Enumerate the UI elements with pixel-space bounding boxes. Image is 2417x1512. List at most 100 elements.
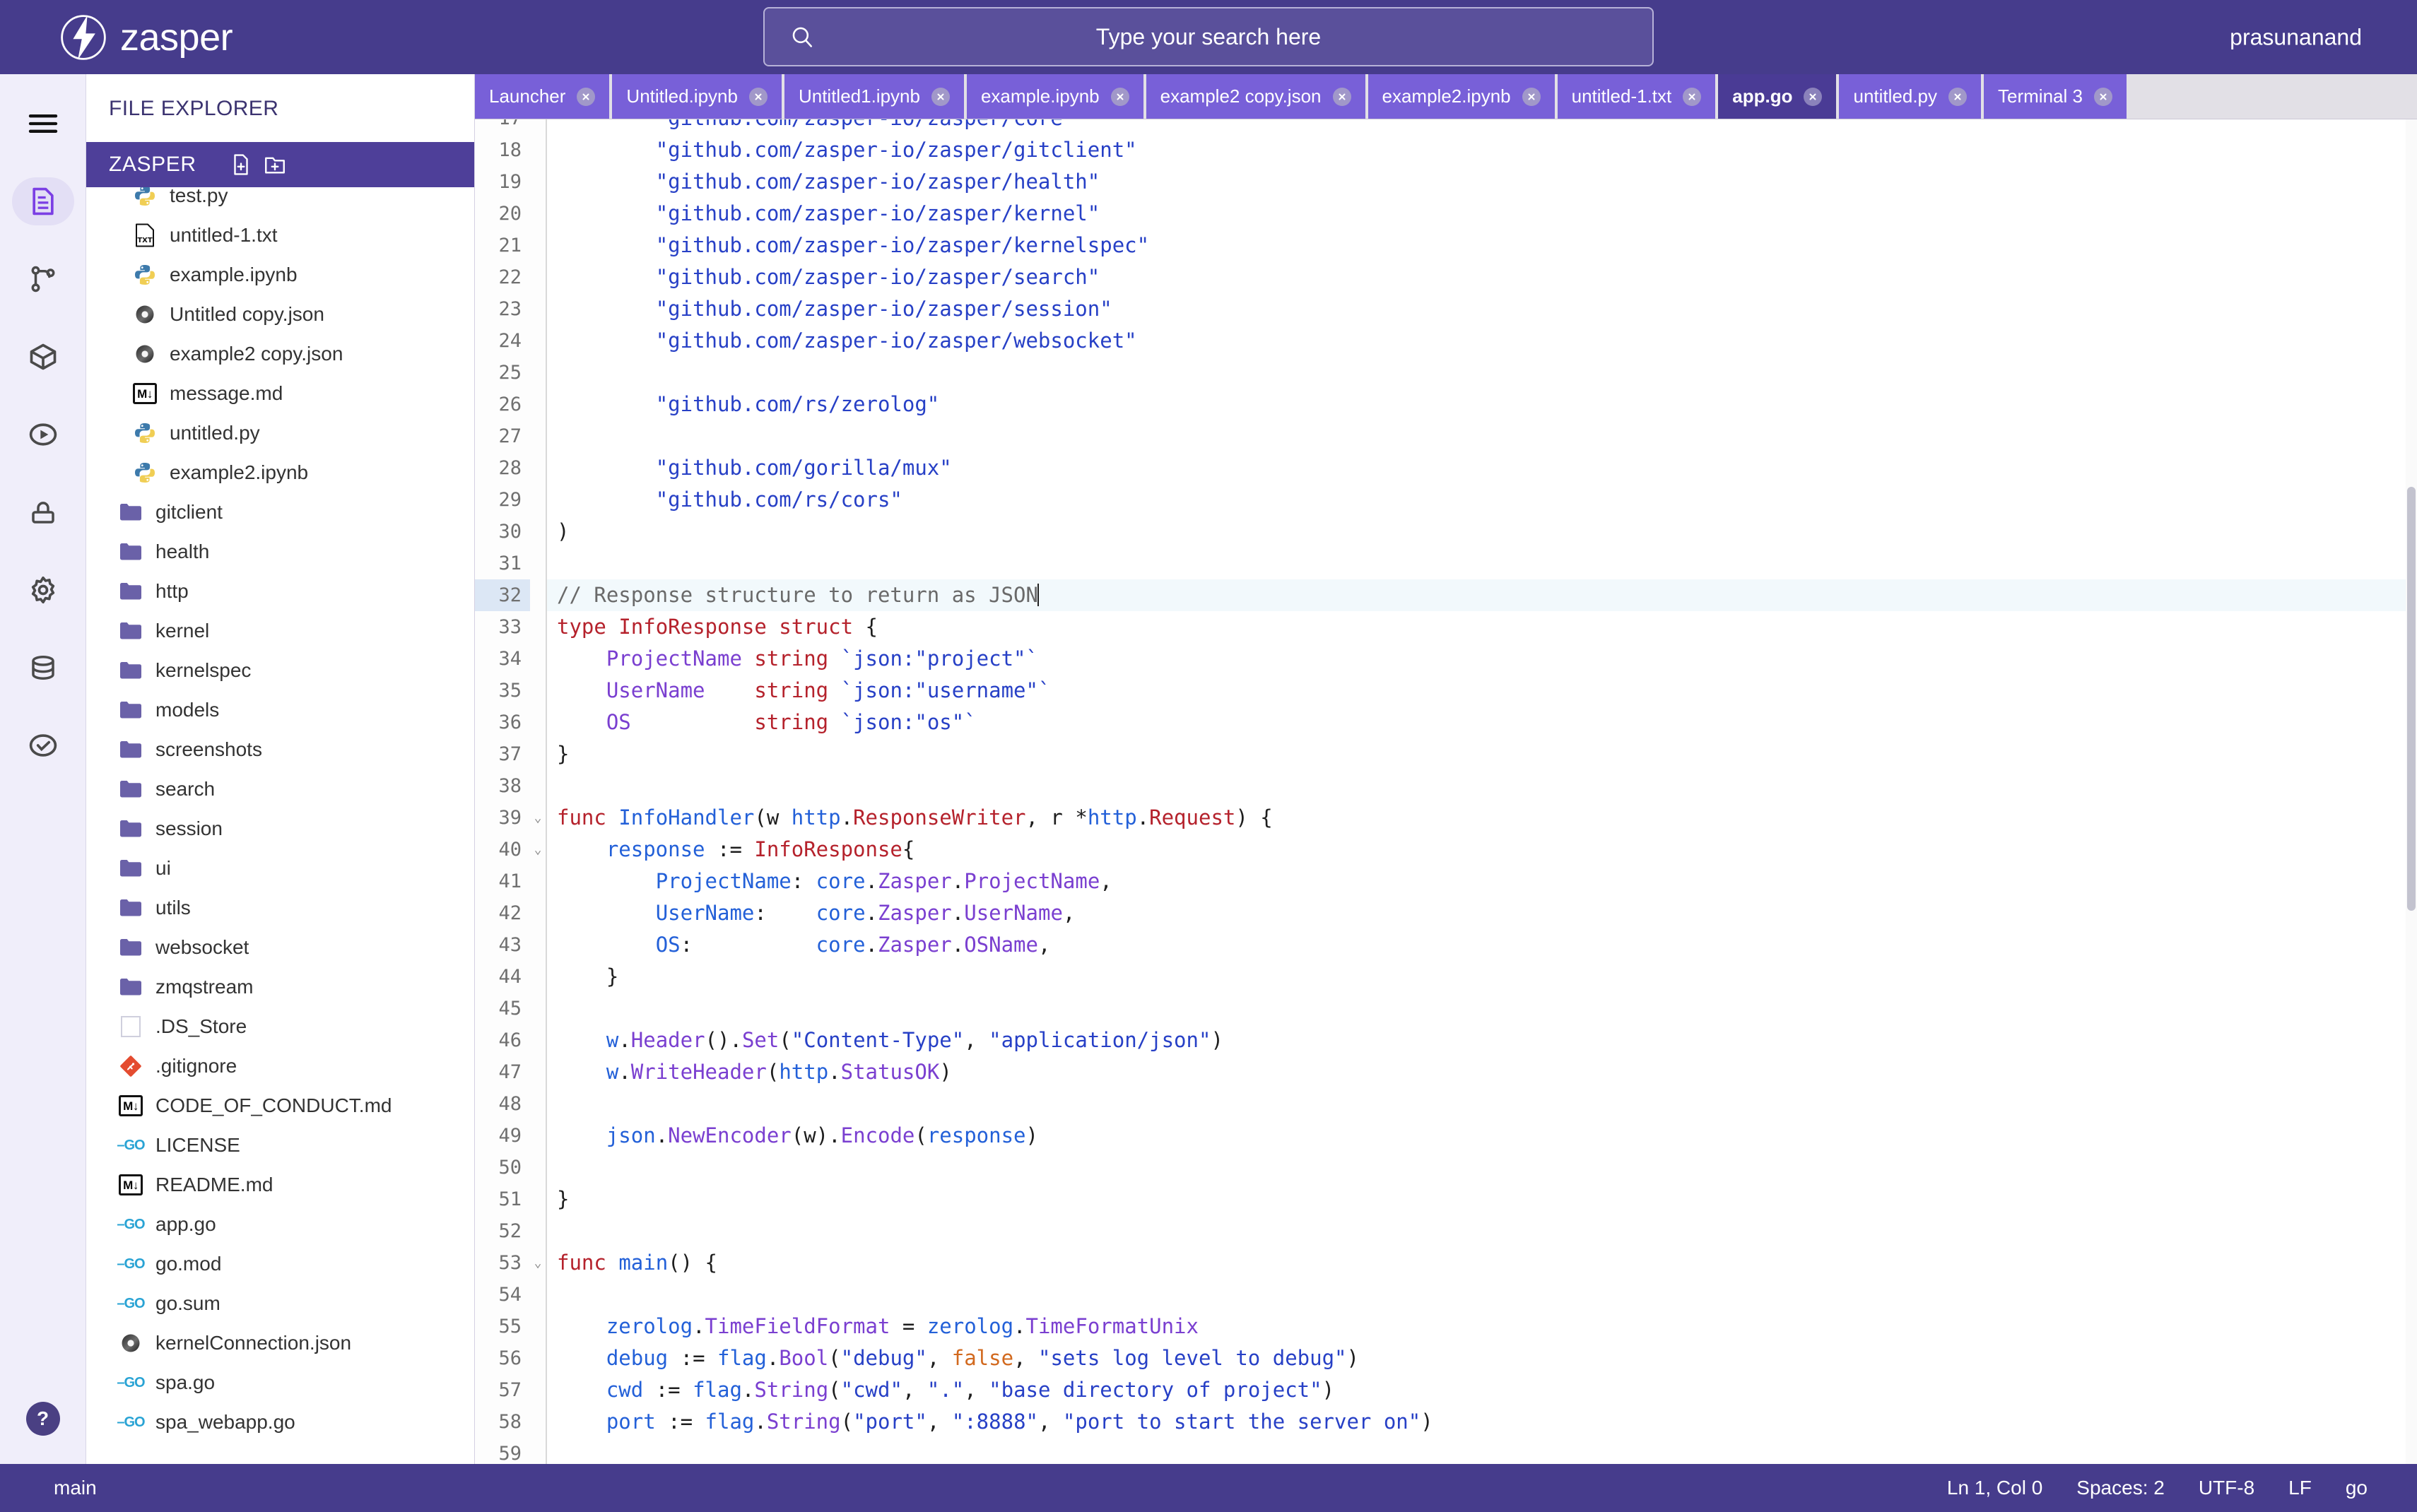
code-line[interactable]: 54 (475, 1279, 2417, 1311)
code-line[interactable]: 23 "github.com/zasper-io/zasper/session" (475, 293, 2417, 325)
code-line[interactable]: 42 UserName: core.Zasper.UserName, (475, 897, 2417, 929)
editor-tab[interactable]: app.go (1718, 74, 1839, 119)
editor-vertical-scrollbar[interactable] (2406, 119, 2417, 1464)
code-line[interactable]: 17 "github.com/zasper-io/zasper/core" (475, 119, 2417, 134)
code-lines[interactable]: 17 "github.com/zasper-io/zasper/core"18 … (475, 119, 2417, 1464)
file-tree-item[interactable]: models (86, 690, 474, 730)
editor-tab[interactable]: Launcher (475, 74, 612, 119)
close-icon[interactable] (1804, 88, 1822, 106)
code-line[interactable]: 40⌄ response := InfoResponse{ (475, 834, 2417, 866)
file-tree-item[interactable]: screenshots (86, 730, 474, 769)
code-line[interactable]: 59 (475, 1438, 2417, 1464)
file-tree-item[interactable]: M↓CODE_OF_CONDUCT.md (86, 1086, 474, 1126)
editor-tab[interactable]: untitled-1.txt (1558, 74, 1719, 119)
code-line[interactable]: 18 "github.com/zasper-io/zasper/gitclien… (475, 134, 2417, 166)
file-tree-item[interactable]: –GOspa_webapp.go (86, 1402, 474, 1442)
file-tree-item[interactable]: gitclient (86, 492, 474, 532)
close-icon[interactable] (1111, 88, 1129, 106)
close-icon[interactable] (577, 88, 595, 106)
status-indent[interactable]: Spaces: 2 (2076, 1477, 2165, 1499)
code-line[interactable]: 44 } (475, 961, 2417, 993)
code-line[interactable]: 38 (475, 770, 2417, 802)
code-line[interactable]: 32// Response structure to return as JSO… (475, 579, 2417, 611)
help-button[interactable]: ? (26, 1402, 60, 1436)
file-tree-item[interactable]: –GOLICENSE (86, 1126, 474, 1165)
sidebar-item-database[interactable] (12, 644, 74, 692)
code-line[interactable]: 28 "github.com/gorilla/mux" (475, 452, 2417, 484)
editor-tab[interactable]: Terminal 3 (1984, 74, 2129, 119)
close-icon[interactable] (1333, 88, 1351, 106)
file-tree-item[interactable]: –GOspa.go (86, 1363, 474, 1402)
sidebar-item-secrets[interactable] (12, 488, 74, 536)
editor-tab[interactable]: Untitled1.ipynb (784, 74, 967, 119)
status-eol[interactable]: LF (2288, 1477, 2312, 1499)
code-line[interactable]: 51} (475, 1183, 2417, 1215)
sidebar-item-extensions[interactable] (12, 333, 74, 381)
sidebar-item-source-control[interactable] (12, 255, 74, 303)
sidebar-item-menu[interactable] (12, 100, 74, 148)
editor-tab[interactable]: untitled.py (1839, 74, 1984, 119)
code-line[interactable]: 53⌄func main() { (475, 1247, 2417, 1279)
code-line[interactable]: 30) (475, 516, 2417, 548)
status-encoding[interactable]: UTF-8 (2199, 1477, 2254, 1499)
file-tree-item[interactable]: M↓README.md (86, 1165, 474, 1205)
file-tree-item[interactable]: M↓message.md (86, 374, 474, 413)
code-line[interactable]: 24 "github.com/zasper-io/zasper/websocke… (475, 325, 2417, 357)
code-line[interactable]: 36 OS string `json:"os"` (475, 707, 2417, 738)
code-line[interactable]: 37} (475, 738, 2417, 770)
code-line[interactable]: 57 cwd := flag.String("cwd", ".", "base … (475, 1374, 2417, 1406)
file-tree-item[interactable]: –GOgo.mod (86, 1244, 474, 1284)
fold-chevron-down-icon[interactable]: ⌄ (530, 834, 546, 866)
fold-chevron-down-icon[interactable]: ⌄ (530, 1247, 546, 1279)
file-tree-item[interactable]: test.py (86, 187, 474, 215)
sidebar-item-tasks[interactable] (12, 721, 74, 769)
code-line[interactable]: 22 "github.com/zasper-io/zasper/search" (475, 261, 2417, 293)
close-icon[interactable] (931, 88, 950, 106)
explorer-root-row[interactable]: ZASPER (86, 142, 474, 187)
code-line[interactable]: 29 "github.com/rs/cors" (475, 484, 2417, 516)
file-tree-item[interactable]: TXTuntitled-1.txt (86, 215, 474, 255)
code-line[interactable]: 48 (475, 1088, 2417, 1120)
file-tree-item[interactable]: .DS_Store (86, 1007, 474, 1046)
new-file-icon[interactable] (229, 153, 253, 177)
code-line[interactable]: 21 "github.com/zasper-io/zasper/kernelsp… (475, 230, 2417, 261)
close-icon[interactable] (749, 88, 768, 106)
file-tree-item[interactable]: search (86, 769, 474, 809)
code-line[interactable]: 55 zerolog.TimeFieldFormat = zerolog.Tim… (475, 1311, 2417, 1342)
file-tree-item[interactable]: session (86, 809, 474, 849)
close-icon[interactable] (1948, 88, 1967, 106)
search-input[interactable] (765, 8, 1652, 65)
status-cursor-position[interactable]: Ln 1, Col 0 (1947, 1477, 2042, 1499)
code-line[interactable]: 31 (475, 548, 2417, 579)
file-tree-item[interactable]: zmqstream (86, 967, 474, 1007)
file-tree-item[interactable]: ui (86, 849, 474, 888)
code-editor[interactable]: 17 "github.com/zasper-io/zasper/core"18 … (475, 119, 2417, 1464)
code-line[interactable]: 39⌄func InfoHandler(w http.ResponseWrite… (475, 802, 2417, 834)
close-icon[interactable] (1522, 88, 1541, 106)
code-line[interactable]: 58 port := flag.String("port", ":8888", … (475, 1406, 2417, 1438)
code-line[interactable]: 20 "github.com/zasper-io/zasper/kernel" (475, 198, 2417, 230)
code-line[interactable]: 35 UserName string `json:"username"` (475, 675, 2417, 707)
file-tree-item[interactable]: health (86, 532, 474, 572)
code-line[interactable]: 41 ProjectName: core.Zasper.ProjectName, (475, 866, 2417, 897)
code-line[interactable]: 50 (475, 1152, 2417, 1183)
code-line[interactable]: 34 ProjectName string `json:"project"` (475, 643, 2417, 675)
fold-chevron-down-icon[interactable]: ⌄ (530, 802, 546, 834)
file-tree-item[interactable]: http (86, 572, 474, 611)
new-folder-icon[interactable] (263, 153, 287, 177)
sidebar-item-file-explorer[interactable] (12, 177, 74, 225)
code-line[interactable]: 33type InfoResponse struct { (475, 611, 2417, 643)
status-language[interactable]: go (2346, 1477, 2368, 1499)
code-line[interactable]: 56 debug := flag.Bool("debug", false, "s… (475, 1342, 2417, 1374)
code-line[interactable]: 25 (475, 357, 2417, 389)
status-branch[interactable]: main (54, 1477, 97, 1499)
code-line[interactable]: 45 (475, 993, 2417, 1024)
sidebar-item-settings[interactable] (12, 566, 74, 614)
file-tree-item[interactable]: –GOapp.go (86, 1205, 474, 1244)
editor-tab[interactable]: Untitled.ipynb (612, 74, 784, 119)
code-line[interactable]: 43 OS: core.Zasper.OSName, (475, 929, 2417, 961)
editor-tab[interactable]: example.ipynb (967, 74, 1146, 119)
code-line[interactable]: 46 w.Header().Set("Content-Type", "appli… (475, 1024, 2417, 1056)
file-tree-item[interactable]: websocket (86, 928, 474, 967)
editor-tab[interactable]: example2.ipynb (1368, 74, 1558, 119)
